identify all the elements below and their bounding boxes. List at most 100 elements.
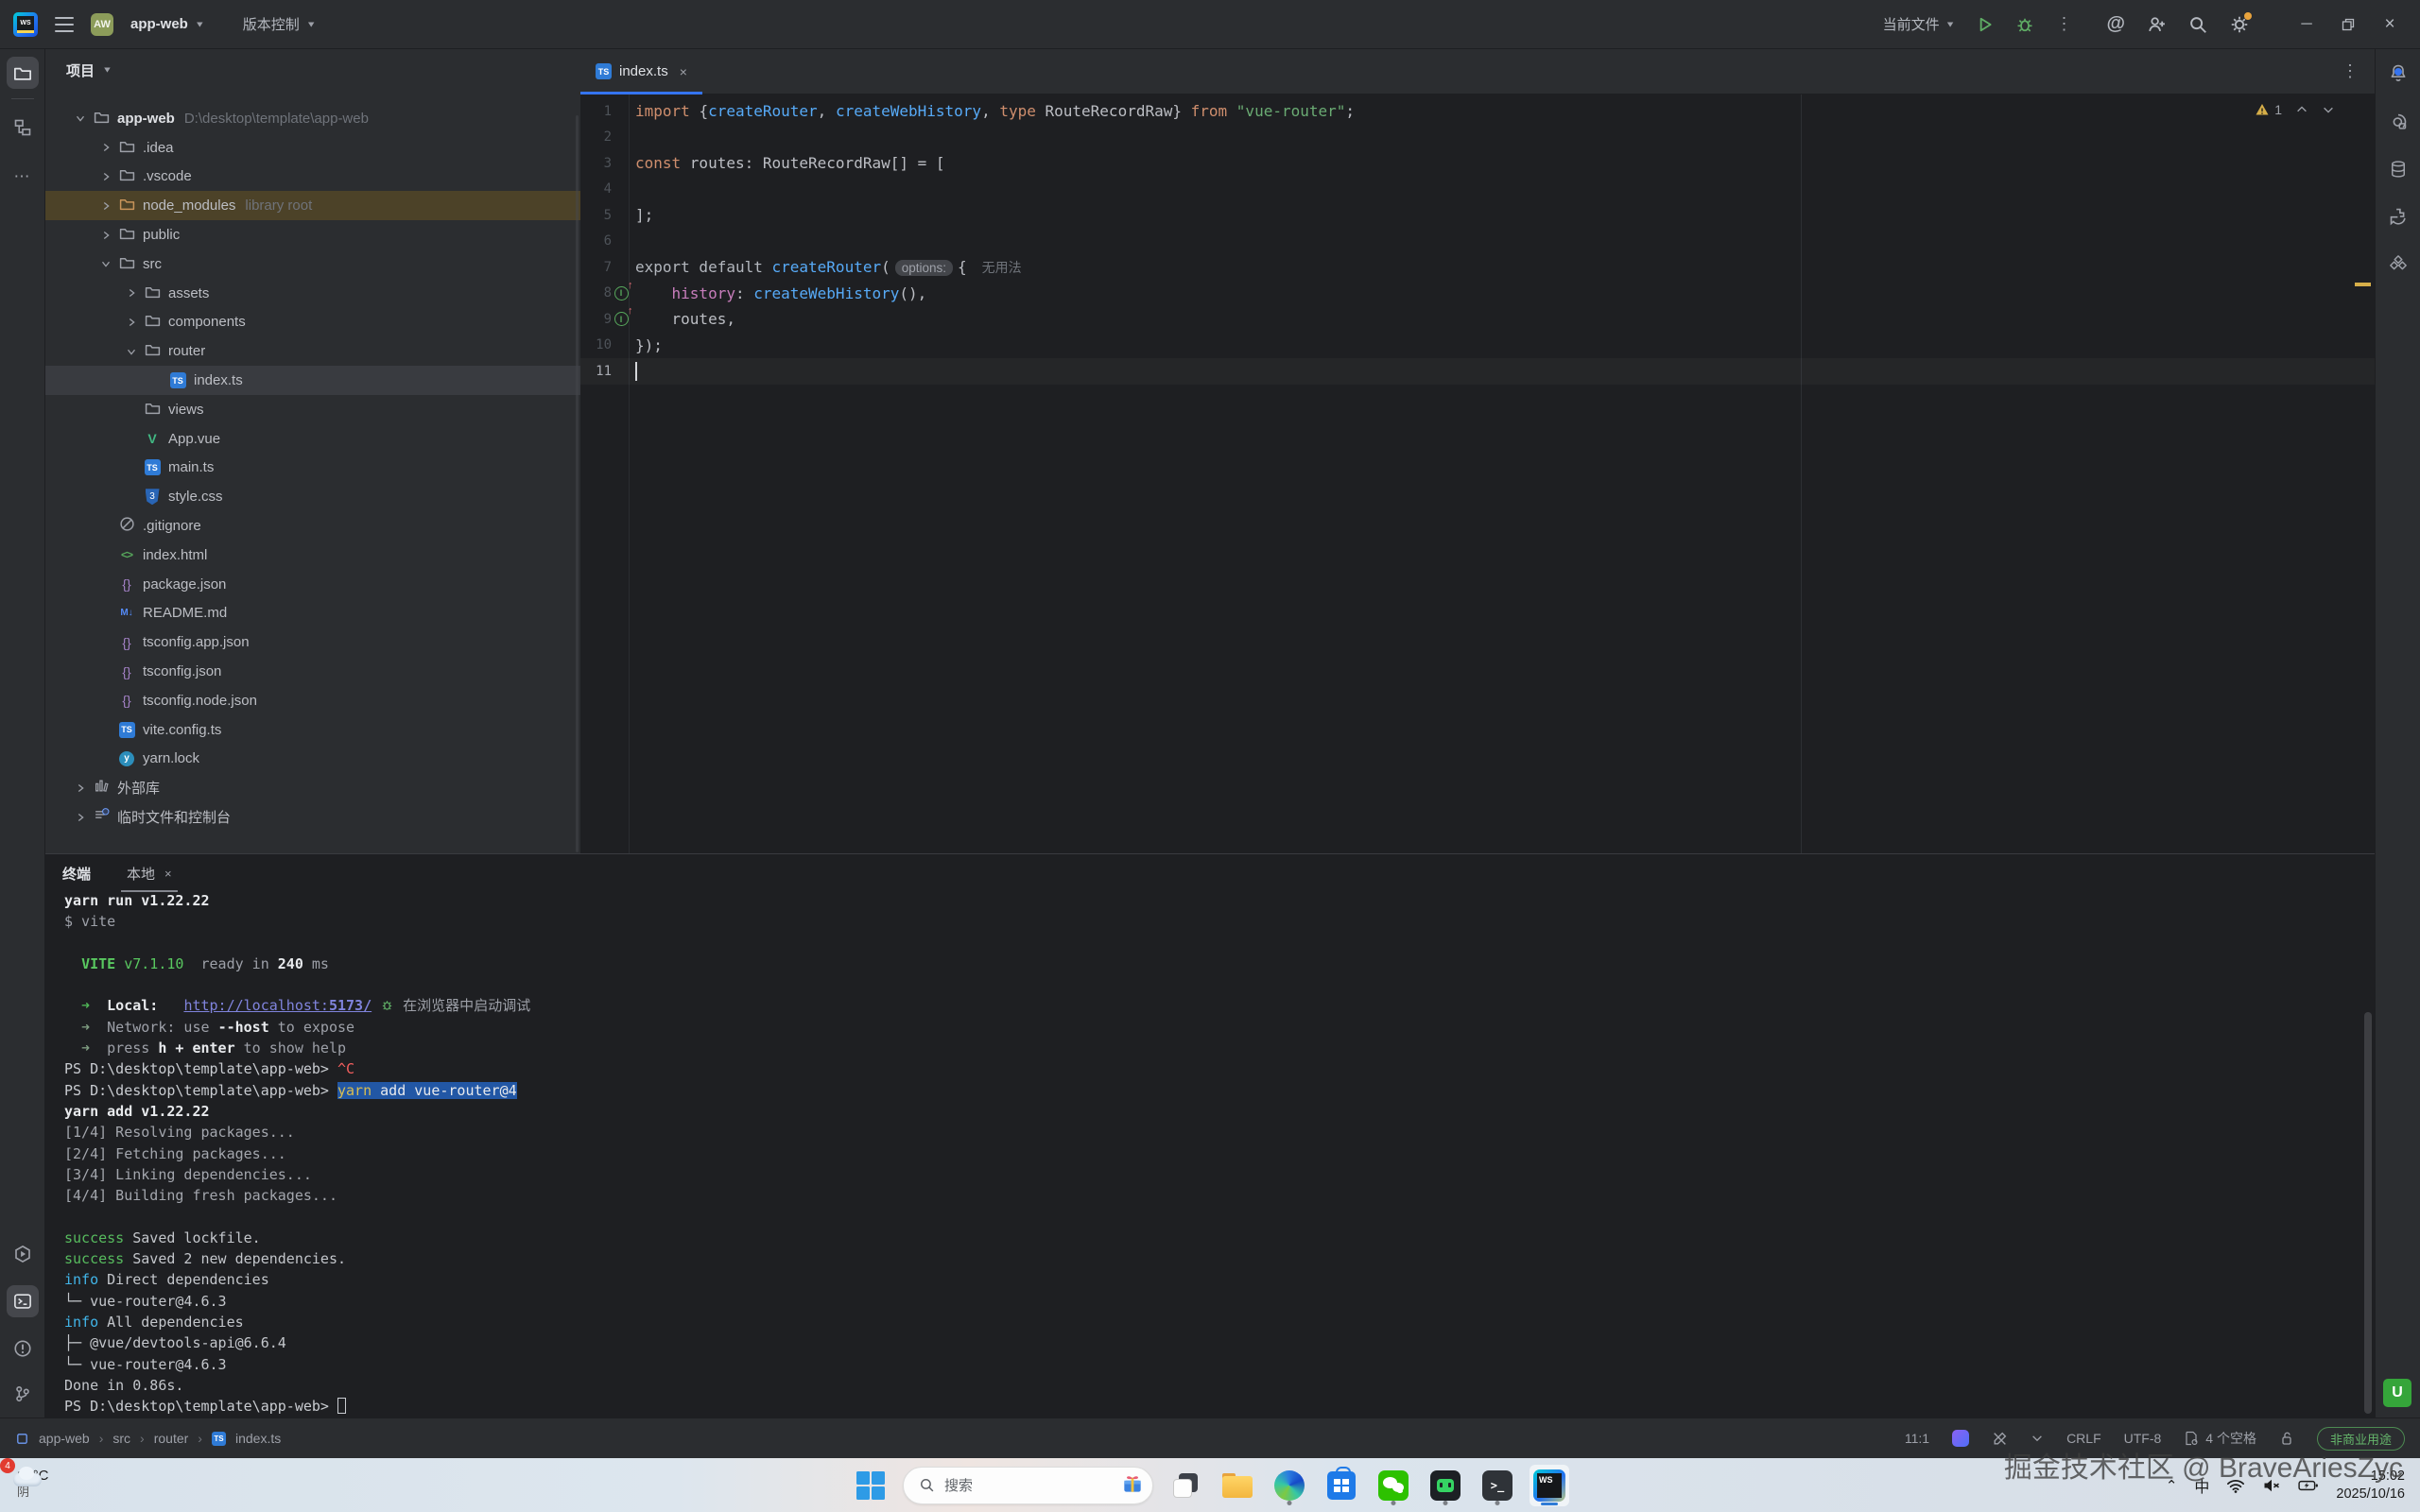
chevron-right-icon[interactable]	[121, 286, 142, 300]
code-line[interactable]: 4	[580, 177, 2375, 203]
license-badge[interactable]: 非商业用途	[2317, 1427, 2405, 1451]
unlocked-icon[interactable]	[2279, 1431, 2294, 1446]
tree-row[interactable]: M↓README.md	[45, 599, 580, 628]
code-editor[interactable]: 1import {createRouter, createWebHistory,…	[580, 94, 2375, 853]
tree-row[interactable]: TSvite.config.ts	[45, 715, 580, 745]
close-tab-icon[interactable]: ×	[164, 867, 172, 881]
tree-row[interactable]: TSindex.ts	[45, 366, 580, 395]
code-line[interactable]: 10});	[580, 333, 2375, 359]
battery-icon[interactable]	[2298, 1476, 2319, 1495]
caret-position[interactable]: 11:1	[1905, 1431, 1929, 1446]
next-problem-icon[interactable]	[2322, 103, 2335, 116]
settings-gear-icon[interactable]	[2229, 14, 2250, 35]
run-configuration-selector[interactable]: 当前文件 ▼	[1883, 14, 1956, 34]
tree-row[interactable]: public	[45, 220, 580, 249]
tab-options-icon[interactable]: ⋮	[2342, 61, 2360, 81]
gutter-implicit-icon[interactable]: I	[614, 286, 629, 301]
tree-row[interactable]: .idea	[45, 133, 580, 163]
chevron-down-icon[interactable]	[95, 257, 116, 270]
indent-widget[interactable]: 4 个空格	[2184, 1429, 2256, 1448]
code-line[interactable]: 7export default createRouter(options:{无用…	[580, 254, 2375, 281]
terminal-scrollbar[interactable]	[2364, 1012, 2372, 1414]
terminal-tool-button[interactable]	[7, 1285, 39, 1317]
code-line[interactable]: 9I routes,	[580, 306, 2375, 333]
weather-widget[interactable]: 4 12°C 阴	[11, 1462, 49, 1500]
tree-row[interactable]: router	[45, 336, 580, 366]
project-scrollbar[interactable]	[576, 115, 579, 852]
more-actions-icon[interactable]: ⋮	[2055, 14, 2072, 34]
taskbar-search[interactable]: 搜索	[903, 1467, 1153, 1504]
plugin-verifier-button[interactable]	[2382, 200, 2414, 232]
code-line[interactable]: 6	[580, 229, 2375, 255]
edge-button[interactable]	[1270, 1465, 1309, 1506]
tree-row[interactable]: <>index.html	[45, 541, 580, 570]
tree-row[interactable]: VApp.vue	[45, 424, 580, 454]
tree-row[interactable]: 3style.css	[45, 482, 580, 511]
search-icon[interactable]	[2187, 14, 2208, 35]
breadcrumb-item[interactable]: index.ts	[235, 1431, 281, 1446]
chevron-right-icon[interactable]	[95, 229, 116, 242]
project-tool-button[interactable]	[7, 57, 39, 89]
gift-icon[interactable]	[1120, 1471, 1145, 1500]
add-user-icon[interactable]	[2146, 14, 2167, 35]
tree-row[interactable]: {}package.json	[45, 570, 580, 599]
notifications-button[interactable]	[2382, 57, 2414, 89]
emulator-app-button[interactable]	[1426, 1465, 1465, 1506]
chevron-down-icon[interactable]	[70, 112, 91, 125]
tree-row[interactable]: views	[45, 395, 580, 424]
project-switcher[interactable]: app-web ▼	[130, 16, 205, 32]
restore-button[interactable]	[2327, 6, 2369, 43]
tree-row[interactable]: {}tsconfig.app.json	[45, 627, 580, 657]
ime-indicator[interactable]: 中	[2194, 1474, 2209, 1497]
code-line[interactable]: 3const routes: RouteRecordRaw[] = [	[580, 150, 2375, 177]
tree-row[interactable]: app-webD:\desktop\template\app-web	[45, 104, 580, 133]
tree-row[interactable]: {}tsconfig.node.json	[45, 686, 580, 715]
tree-row[interactable]: TSmain.ts	[45, 454, 580, 483]
more-tool-windows-button[interactable]: ⋯	[7, 161, 39, 193]
webstorm-taskbar-button[interactable]: WS	[1530, 1465, 1569, 1506]
chevron-right-icon[interactable]	[95, 170, 116, 183]
ai-assistant-icon[interactable]: @	[2106, 13, 2125, 35]
start-button[interactable]	[851, 1465, 890, 1506]
code-line[interactable]: 11	[580, 358, 2375, 385]
database-button[interactable]	[2382, 153, 2414, 185]
breadcrumb-item[interactable]: router	[154, 1431, 189, 1446]
prev-problem-icon[interactable]	[2295, 103, 2308, 116]
warning-scroll-mark[interactable]	[2355, 283, 2371, 286]
breadcrumb-item[interactable]: src	[112, 1431, 130, 1446]
version-control-tool-button[interactable]	[7, 1378, 39, 1410]
windows-terminal-button[interactable]: >_	[1478, 1465, 1517, 1506]
tree-row[interactable]: yyarn.lock	[45, 745, 580, 774]
tree-row[interactable]: {}tsconfig.json	[45, 657, 580, 686]
terminal-tab-local[interactable]: 本地 ×	[123, 854, 176, 892]
debug-button[interactable]	[2015, 15, 2034, 34]
breadcrumb-item[interactable]: app-web	[39, 1431, 90, 1446]
code-line[interactable]: 8I history: createWebHistory(),	[580, 281, 2375, 307]
gutter-implicit-icon[interactable]: I	[614, 312, 629, 326]
chevron-right-icon[interactable]	[95, 199, 116, 213]
inspection-widget[interactable]: 1	[2255, 102, 2335, 117]
tree-row[interactable]: 外部库	[45, 773, 580, 802]
highlighting-off-icon[interactable]	[1992, 1431, 2008, 1447]
inspection-level-chevron-icon[interactable]	[2031, 1432, 2044, 1445]
volume-muted-icon[interactable]	[2262, 1476, 2281, 1495]
ai-search-button[interactable]	[2382, 106, 2414, 138]
chevron-right-icon[interactable]	[95, 141, 116, 154]
utools-floating-widget[interactable]: U	[2383, 1379, 2411, 1407]
run-button[interactable]	[1976, 15, 1995, 34]
chevron-right-icon[interactable]	[121, 316, 142, 329]
chevron-right-icon[interactable]	[70, 782, 91, 795]
tree-row[interactable]: .vscode	[45, 163, 580, 192]
code-line[interactable]: 5];	[580, 202, 2375, 229]
tab-index-ts[interactable]: TS index.ts ×	[580, 49, 702, 94]
close-button[interactable]: ×	[2369, 6, 2411, 43]
terminal-panel-title[interactable]: 终端	[62, 864, 91, 884]
wifi-icon[interactable]	[2226, 1476, 2245, 1495]
code-line[interactable]: 2	[580, 125, 2375, 151]
tree-row[interactable]: .gitignore	[45, 511, 580, 541]
tree-row[interactable]: components	[45, 308, 580, 337]
vcs-menu[interactable]: 版本控制 ▼	[243, 14, 317, 34]
tree-row[interactable]: assets	[45, 279, 580, 308]
ai-assistant-status-icon[interactable]	[1952, 1430, 1969, 1447]
tree-row[interactable]: node_moduleslibrary root	[45, 191, 580, 220]
